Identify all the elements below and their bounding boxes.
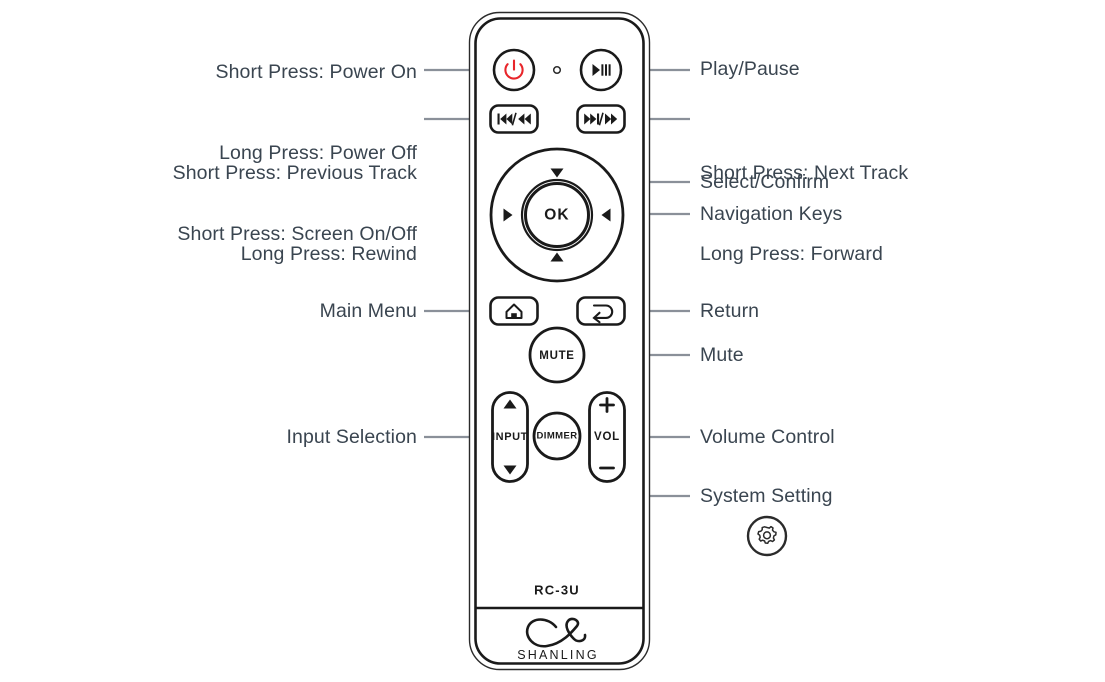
callout-main-menu: Main Menu [319,300,417,322]
remote-diagram-stage: OK MUTE INPUT DIMMER VOL RC-3U SHANLING … [0,0,1105,682]
callout-volume-control: Volume Control [700,426,835,448]
mute-label: MUTE [539,350,574,362]
callout-return: Return [700,300,760,322]
system-setting-circle[interactable] [746,515,788,557]
callout-next-line2: Long Press: Forward [700,243,883,265]
input-label: INPUT [492,431,528,443]
ok-label: OK [544,207,569,224]
brand-label: SHANLING [517,648,599,662]
callout-system-setting: System Setting [700,485,833,507]
callout-previous-line1: Short Press: Previous Track [172,162,417,184]
callout-play-pause: Play/Pause [700,58,800,80]
play-pause-button[interactable] [579,48,623,92]
callout-navigation-keys: Navigation Keys [700,203,843,225]
dimmer-label: DIMMER [537,431,578,442]
callout-select-confirm: Select/Confirm [700,171,830,193]
callout-power-line1: Short Press: Power On [215,61,417,83]
ir-led-dot [552,65,562,75]
return-button[interactable] [576,296,626,326]
main-menu-button[interactable] [489,296,539,326]
device-model-label: RC-3U [534,583,580,598]
callout-previous-line2: Long Press: Rewind [240,243,417,265]
callout-input-selection: Input Selection [286,426,417,448]
volume-label: VOL [594,431,620,443]
callout-previous-track: Short Press: Previous Track Long Press: … [0,106,417,322]
callout-mute: Mute [700,344,744,366]
